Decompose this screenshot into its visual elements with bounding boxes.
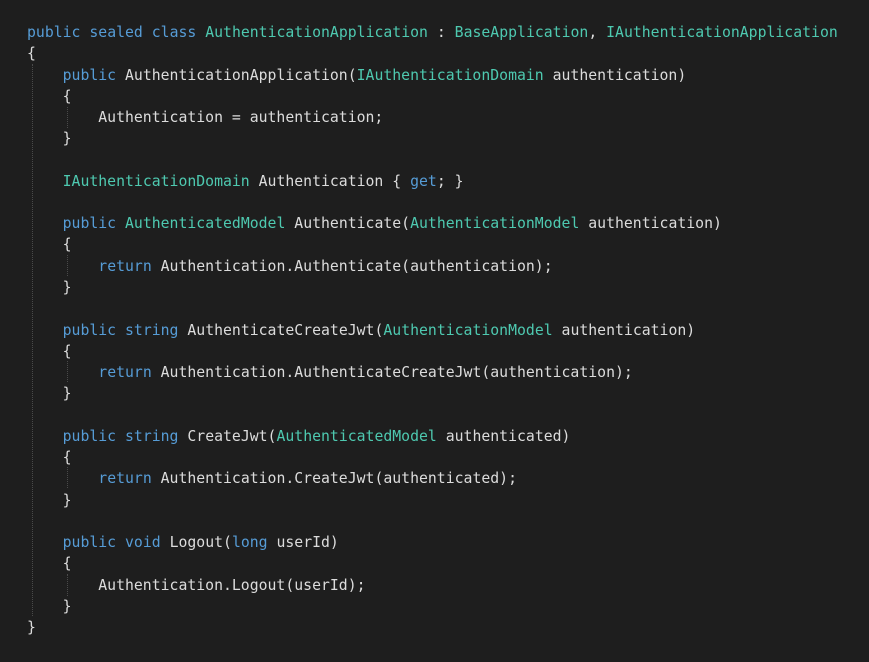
code-line[interactable]: } bbox=[27, 277, 72, 298]
code-editor[interactable]: public sealed class AuthenticationApplic… bbox=[0, 0, 869, 662]
text-token: } bbox=[27, 279, 72, 296]
type-token: AuthenticationModel bbox=[383, 322, 553, 339]
code-line[interactable]: public string CreateJwt(AuthenticatedMod… bbox=[27, 426, 571, 447]
text-token: AuthenticateCreateJwt( bbox=[178, 322, 384, 339]
code-line[interactable]: } bbox=[27, 383, 72, 404]
code-line[interactable]: Authentication.Logout(userId); bbox=[27, 575, 366, 596]
text-token: : bbox=[427, 24, 455, 41]
code-line[interactable]: Authentication = authentication; bbox=[27, 107, 383, 128]
text-token: Authentication.Authenticate(authenticati… bbox=[151, 258, 553, 275]
text-token: { bbox=[27, 555, 72, 572]
text-token: } bbox=[27, 619, 36, 636]
text-token: { bbox=[27, 236, 72, 253]
type-token: BaseApplication bbox=[454, 24, 589, 41]
keyword-token: string bbox=[125, 428, 179, 445]
text-token: userId) bbox=[267, 534, 339, 551]
type-token: AuthenticatedModel bbox=[276, 428, 437, 445]
type-token: AuthenticatedModel bbox=[125, 215, 286, 232]
text-token: CreateJwt( bbox=[178, 428, 277, 445]
keyword-token: string bbox=[125, 322, 179, 339]
keyword-token: sealed bbox=[89, 24, 143, 41]
text-token: Authentication.AuthenticateCreateJwt(aut… bbox=[151, 364, 633, 381]
text-token: authentication) bbox=[543, 67, 687, 84]
type-token: IAuthenticationDomain bbox=[62, 173, 250, 190]
code-line[interactable]: { bbox=[27, 234, 72, 255]
keyword-token: public bbox=[62, 534, 117, 551]
keyword-token: void bbox=[125, 534, 161, 551]
type-token: AuthenticationModel bbox=[410, 215, 580, 232]
text-token: ; } bbox=[436, 173, 464, 190]
text-token: { bbox=[27, 45, 36, 62]
keyword-token: long bbox=[231, 534, 268, 551]
type-token: IAuthenticationDomain bbox=[356, 67, 544, 84]
keyword-token: public bbox=[62, 67, 117, 84]
code-line[interactable]: public sealed class AuthenticationApplic… bbox=[27, 22, 838, 43]
keyword-token: public bbox=[27, 24, 81, 41]
keyword-token: class bbox=[151, 24, 197, 41]
keyword-token: public bbox=[62, 215, 117, 232]
text-token: authentication) bbox=[552, 322, 696, 339]
code-line[interactable]: public void Logout(long userId) bbox=[27, 532, 339, 553]
code-line[interactable]: return Authentication.Authenticate(authe… bbox=[27, 256, 553, 277]
type-token: AuthenticationApplication bbox=[205, 24, 428, 41]
text-token: authentication) bbox=[579, 215, 722, 232]
text-token: { bbox=[27, 88, 72, 105]
code-line[interactable]: } bbox=[27, 490, 72, 511]
text-token: Authentication.Logout(userId); bbox=[27, 577, 366, 594]
text-token: Authentication.CreateJwt(authenticated); bbox=[151, 470, 517, 487]
keyword-token: public bbox=[62, 428, 117, 445]
code-line[interactable]: return Authentication.CreateJwt(authenti… bbox=[27, 468, 517, 489]
code-line[interactable]: } bbox=[27, 596, 72, 617]
code-line[interactable]: public AuthenticationApplication(IAuthen… bbox=[27, 65, 687, 86]
text-token: } bbox=[27, 598, 72, 615]
text-token: } bbox=[27, 385, 72, 402]
code-line[interactable]: public string AuthenticateCreateJwt(Auth… bbox=[27, 320, 696, 341]
code-line[interactable]: public AuthenticatedModel Authenticate(A… bbox=[27, 213, 722, 234]
text-token: } bbox=[27, 492, 72, 509]
code-line[interactable]: { bbox=[27, 341, 72, 362]
text-token: authenticated) bbox=[436, 428, 571, 445]
code-line[interactable]: { bbox=[27, 447, 72, 468]
keyword-token: return bbox=[98, 364, 152, 381]
text-token: { bbox=[27, 343, 72, 360]
code-line[interactable]: } bbox=[27, 617, 36, 638]
code-line[interactable]: { bbox=[27, 86, 72, 107]
text-token: , bbox=[588, 24, 607, 41]
text-token: AuthenticationApplication( bbox=[116, 67, 357, 84]
code-line[interactable]: { bbox=[27, 553, 72, 574]
text-token: Authentication { bbox=[249, 173, 411, 190]
type-token: IAuthenticationApplication bbox=[606, 24, 838, 41]
text-token: } bbox=[27, 130, 72, 147]
code-line[interactable]: IAuthenticationDomain Authentication { g… bbox=[27, 171, 464, 192]
text-token: Logout( bbox=[160, 534, 232, 551]
text-token: { bbox=[27, 449, 72, 466]
code-line[interactable]: } bbox=[27, 128, 72, 149]
text-token: Authenticate( bbox=[285, 215, 411, 232]
code-line[interactable]: return Authentication.AuthenticateCreate… bbox=[27, 362, 633, 383]
keyword-token: return bbox=[98, 258, 152, 275]
keyword-token: return bbox=[98, 470, 152, 487]
code-line[interactable]: { bbox=[27, 43, 36, 64]
text-token: Authentication = authentication; bbox=[27, 109, 384, 126]
keyword-token: public bbox=[62, 322, 117, 339]
keyword-token: get bbox=[410, 173, 437, 190]
